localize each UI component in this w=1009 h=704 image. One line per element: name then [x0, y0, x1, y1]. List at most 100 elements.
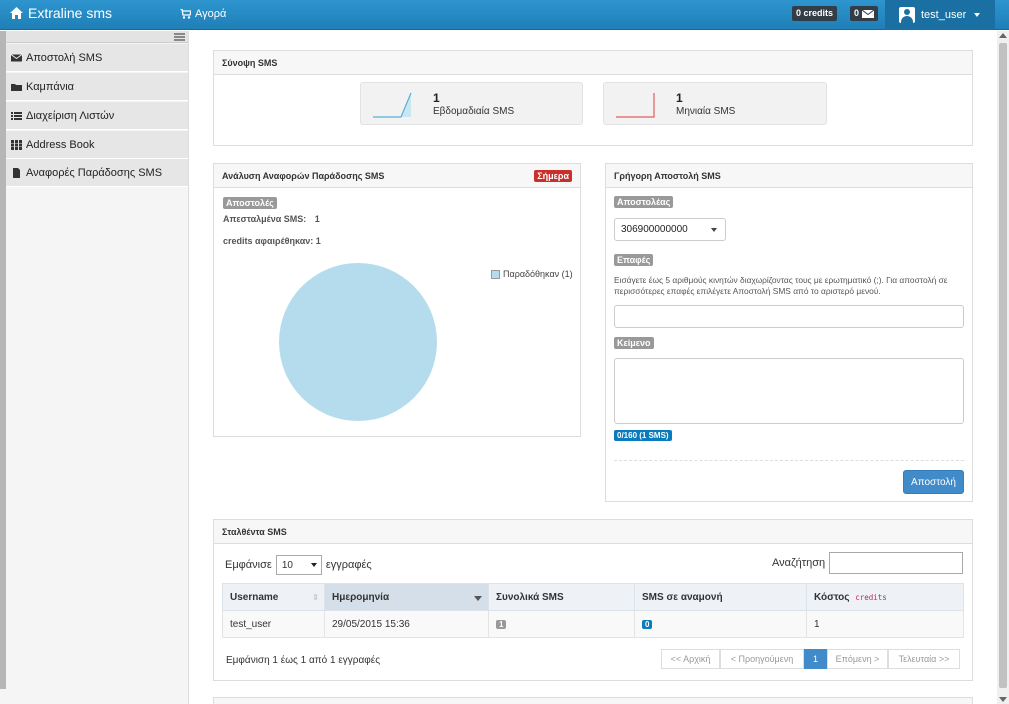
- caret-down-icon: [974, 13, 981, 17]
- sidebar-item-label: Αναφορές Παράδοσης SMS: [26, 166, 163, 179]
- menu-toggle-icon[interactable]: [174, 33, 185, 41]
- col-pending-sms[interactable]: SMS σε αναμονή: [634, 583, 807, 611]
- table-search: Αναζήτηση: [772, 552, 964, 574]
- contacts-help-text: Εισάγετε έως 5 αριθμούς κινητών διαχωρίζ…: [614, 275, 948, 296]
- credits-badge-text: 0 credits: [796, 8, 834, 18]
- pagination-current[interactable]: 1: [804, 649, 827, 669]
- sender-select[interactable]: 306900000000: [614, 218, 726, 241]
- records-label: εγγραφές: [325, 559, 372, 571]
- col-username[interactable]: Username ⇕: [222, 583, 325, 611]
- brand-link[interactable]: Extraline sms: [10, 5, 112, 21]
- caret-down-icon: [310, 563, 317, 567]
- table-body: test_user 29/05/2015 15:36 1 0 1: [222, 610, 964, 638]
- contacts-label: Επαφές: [614, 254, 654, 266]
- scroll-down-icon[interactable]: [999, 697, 1007, 702]
- cell-date-value: 29/05/2015 15:36: [332, 618, 410, 630]
- summary-panel: Σύνοψη SMS: [213, 50, 973, 146]
- credits-used-row: credits αφαιρέθηκαν: 1: [223, 236, 321, 246]
- scroll-up-icon[interactable]: [999, 33, 1007, 38]
- scrollbar-thumb[interactable]: [999, 43, 1007, 688]
- sidebar-item-address-book[interactable]: Address Book: [6, 131, 188, 159]
- sidebar-item-label: Αποστολή SMS: [26, 51, 103, 64]
- sidebar-item-label: Καμπάνια: [26, 80, 74, 93]
- delivery-pie-chart: [279, 263, 437, 421]
- user-icon: [899, 7, 915, 23]
- sidebar-scroll-edge: [0, 31, 6, 689]
- today-badge: Σήμερα: [534, 169, 572, 182]
- sidebar-item-label: Address Book: [26, 138, 95, 151]
- legend-label: Παραδόθηκαν (1): [503, 269, 573, 279]
- text-label: Κείμενο: [614, 337, 654, 349]
- divider: [614, 460, 964, 461]
- monthly-sms-label: Μηνιαία SMS: [676, 106, 736, 117]
- home-icon: [10, 7, 23, 19]
- pagination-next[interactable]: Επόμενη >: [827, 649, 888, 669]
- page-size-control: Εμφάνισε 10 εγγραφές: [225, 555, 372, 575]
- col-cost[interactable]: Κόστος credits: [806, 583, 964, 611]
- weekly-sms-stat: 1 Εβδομαδιαία SMS: [360, 82, 583, 125]
- col-pending-sms-label: SMS σε αναμονή: [642, 591, 723, 603]
- username-label: test_user: [921, 9, 967, 21]
- contacts-input[interactable]: [614, 305, 964, 328]
- sidebar-item-lists[interactable]: Διαχείριση Λιστών: [6, 102, 188, 130]
- sent-sms-table: Username ⇕ Ημερομηνία Συνολικά SMS SMS σ…: [222, 583, 964, 638]
- shop-link[interactable]: Αγορά: [180, 8, 226, 20]
- cart-icon: [180, 9, 191, 19]
- col-username-label: Username: [230, 591, 279, 603]
- grid-icon: [11, 139, 22, 150]
- page-size-select[interactable]: 10: [275, 555, 322, 575]
- messages-badge[interactable]: 0: [850, 6, 879, 21]
- sent-sms-header: Σταλθέντα SMS: [214, 520, 972, 544]
- credits-used-label: credits αφαιρέθηκαν:: [223, 236, 314, 246]
- col-date[interactable]: Ημερομηνία: [324, 583, 489, 611]
- weekly-sparkline: [373, 92, 412, 118]
- user-menu-button[interactable]: test_user: [885, 0, 995, 30]
- table-row: test_user 29/05/2015 15:36 1 0 1: [222, 610, 964, 638]
- sidebar-header: [6, 31, 188, 43]
- sidebar-item-campaign[interactable]: Καμπάνια: [6, 73, 188, 101]
- search-input[interactable]: [829, 552, 964, 574]
- vertical-scrollbar[interactable]: [997, 31, 1009, 704]
- col-cost-label: Κόστος: [814, 591, 850, 603]
- sent-sms-label: Απεσταλμένα SMS:: [223, 214, 307, 224]
- show-label: Εμφάνισε: [225, 559, 272, 571]
- cell-total-sms: 1: [488, 610, 635, 638]
- search-label: Αναζήτηση: [772, 557, 826, 569]
- sent-sms-value: 1: [314, 214, 320, 224]
- cell-username: test_user: [222, 610, 325, 638]
- envelope-icon: [11, 53, 22, 61]
- cell-pending-sms-value: 0: [642, 619, 653, 629]
- messages-count: 0: [854, 8, 860, 18]
- monthly-sms-stat: 1 Μηνιαία SMS: [603, 82, 827, 125]
- delivery-panel-header: Ανάλυση Αναφορών Παράδοσης SMS Σήμερα: [214, 164, 580, 188]
- pie-legend: Παραδόθηκαν (1): [491, 269, 573, 279]
- cell-total-sms-value: 1: [496, 619, 507, 629]
- quick-send-panel: Γρήγορη Αποστολή SMS Αποστολέας 30690000…: [605, 163, 973, 502]
- pagination-first[interactable]: << Αρχική: [661, 649, 720, 669]
- sidebar-item-delivery-reports[interactable]: Αναφορές Παράδοσης SMS: [6, 159, 188, 187]
- char-counter-badge: 0/160 (1 SMS): [614, 430, 672, 441]
- table-header-row: Username ⇕ Ημερομηνία Συνολικά SMS SMS σ…: [222, 583, 964, 611]
- folder-icon: [11, 83, 22, 91]
- sender-select-value: 306900000000: [621, 224, 688, 235]
- sidebar-item-send-sms[interactable]: Αποστολή SMS: [6, 44, 188, 72]
- chevron-down-icon: [711, 228, 717, 232]
- monthly-sms-value: 1: [676, 91, 683, 105]
- cell-cost: 1: [806, 610, 964, 638]
- sent-sms-row: Απεσταλμένα SMS: 1: [223, 214, 320, 224]
- col-total-sms[interactable]: Συνολικά SMS: [488, 583, 635, 611]
- pagination-prev[interactable]: < Προηγούμενη: [720, 649, 804, 669]
- send-button[interactable]: Αποστολή: [903, 470, 964, 494]
- pagination-last[interactable]: Τελευταία >>: [888, 649, 960, 669]
- summary-panel-header: Σύνοψη SMS: [214, 51, 972, 75]
- legend-swatch: [491, 269, 500, 279]
- file-icon: [13, 167, 20, 178]
- sender-label: Αποστολέας: [614, 196, 674, 208]
- message-textarea[interactable]: [614, 358, 964, 424]
- table-info: Εμφάνιση 1 έως 1 από 1 εγγραφές: [226, 655, 381, 666]
- credits-badge[interactable]: 0 credits: [792, 6, 838, 21]
- sidebar-item-label: Διαχείριση Λιστών: [26, 109, 115, 122]
- weekly-sms-value: 1: [433, 91, 440, 105]
- sent-sms-title: Σταλθέντα SMS: [222, 526, 287, 537]
- brand-title: Extraline sms: [28, 5, 113, 21]
